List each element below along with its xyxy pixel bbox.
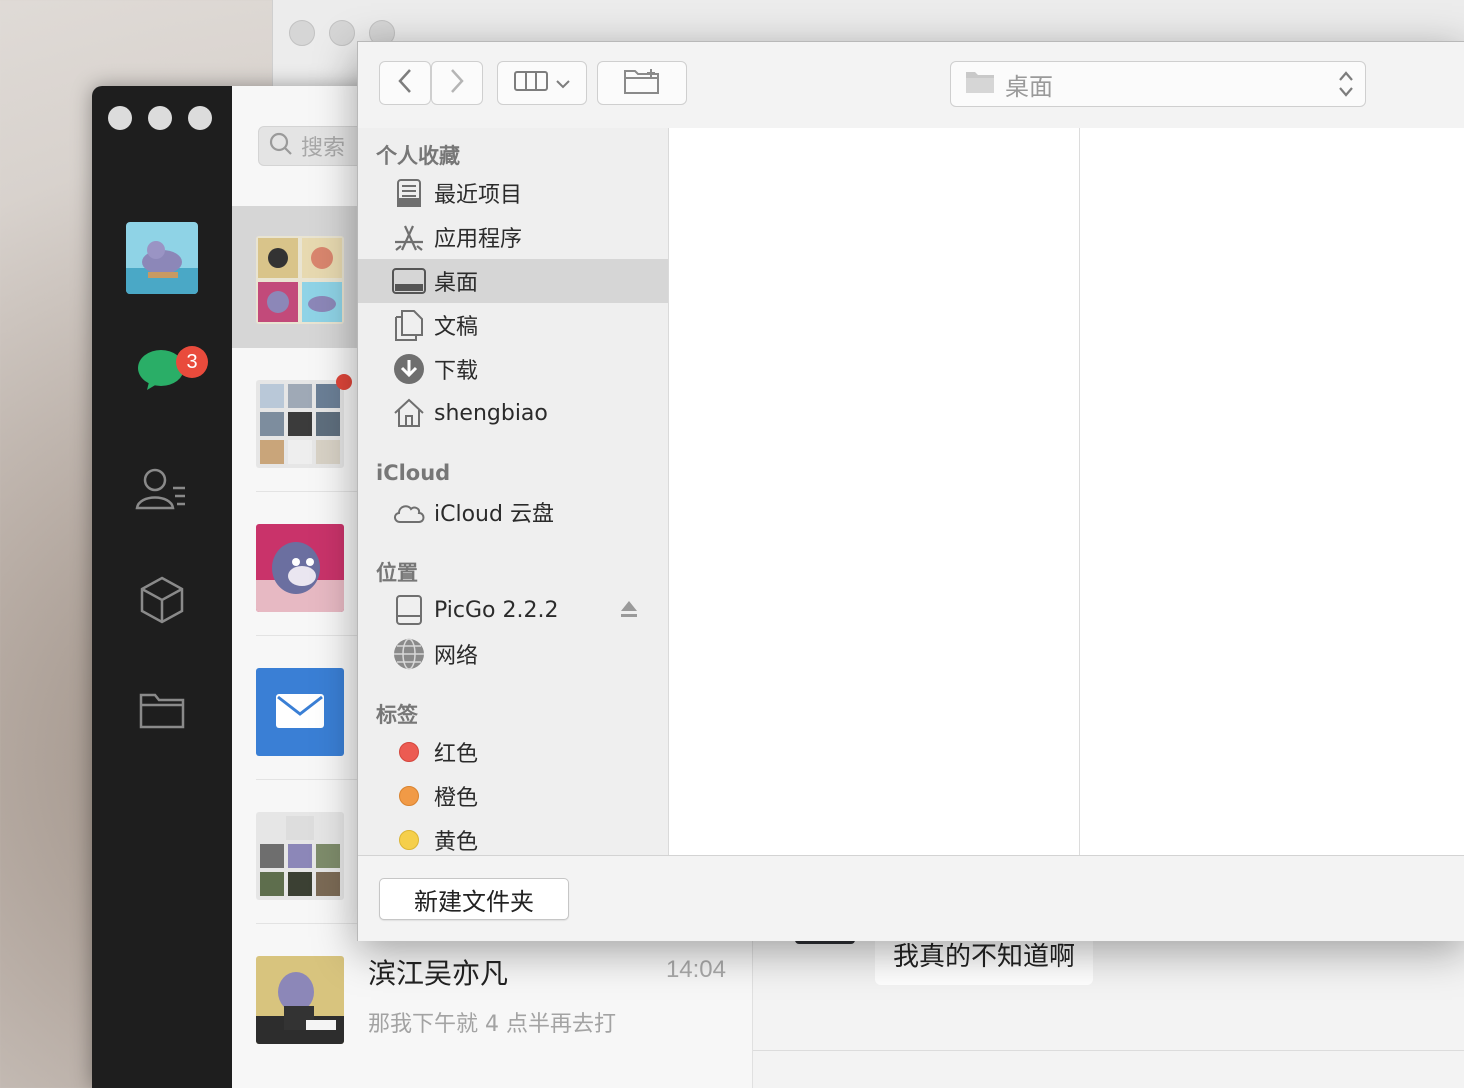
folder-icon xyxy=(965,70,995,98)
chevron-right-icon xyxy=(449,68,465,98)
sidebar-item-tag-yellow[interactable]: 黄色 xyxy=(358,818,668,855)
search-placeholder: 搜索 xyxy=(301,136,346,161)
chevron-down-icon xyxy=(556,74,570,93)
browser-column[interactable] xyxy=(669,128,1080,855)
sidebar-item-documents[interactable]: 文稿 xyxy=(358,303,668,347)
cloud-icon xyxy=(392,495,426,529)
sidebar-item-label: 红色 xyxy=(434,742,479,767)
chat-item-binjiang[interactable]: 滨江吴亦凡 14:04 那我下午就 4 点半再去打 xyxy=(232,926,752,1068)
sidebar-item-label: 最近项目 xyxy=(434,183,523,208)
contacts-icon[interactable] xyxy=(132,458,192,518)
new-folder-button[interactable]: 新建文件夹 xyxy=(379,878,569,920)
sidebar-item-label: iCloud 云盘 xyxy=(434,502,554,527)
dialog-toolbar: 桌面 xyxy=(358,42,1464,129)
sidebar-item-label: shengbiao xyxy=(434,400,548,426)
group-avatar xyxy=(256,812,344,900)
window-minimize-button[interactable] xyxy=(329,20,355,46)
back-button[interactable] xyxy=(379,61,431,105)
files-folder-icon[interactable] xyxy=(132,680,192,740)
view-mode-button[interactable] xyxy=(497,61,587,105)
divider xyxy=(753,1050,1464,1051)
disk-icon xyxy=(392,593,426,627)
sidebar-item-label: 桌面 xyxy=(434,271,479,296)
group-avatar xyxy=(256,380,344,468)
orange-tag-icon xyxy=(399,786,419,806)
columns-view-icon xyxy=(514,71,548,95)
mini-programs-icon[interactable] xyxy=(132,570,192,630)
home-icon xyxy=(392,396,426,430)
forward-button[interactable] xyxy=(431,61,483,105)
folder-add-icon xyxy=(624,68,660,98)
group-avatar xyxy=(256,236,344,324)
documents-icon xyxy=(392,308,426,342)
downloads-icon xyxy=(392,352,426,386)
search-icon xyxy=(269,132,293,160)
sidebar-item-label: 黄色 xyxy=(434,830,479,855)
wechat-sidebar: 3 xyxy=(92,86,232,1088)
sidebar-item-tag-red[interactable]: 红色 xyxy=(358,730,668,774)
mail-icon xyxy=(256,668,344,756)
wechat-zoom-button[interactable] xyxy=(188,106,212,130)
dialog-bottom-bar: 新建文件夹 xyxy=(358,855,1464,941)
eject-icon[interactable] xyxy=(620,600,638,622)
sidebar-item-label: 网络 xyxy=(434,644,479,669)
wechat-minimize-button[interactable] xyxy=(148,106,172,130)
contact-avatar xyxy=(256,524,344,612)
sidebar-item-label: 应用程序 xyxy=(434,227,523,252)
yellow-tag-icon xyxy=(399,830,419,850)
network-icon xyxy=(392,637,426,671)
wechat-close-button[interactable] xyxy=(108,106,132,130)
sidebar-item-tag-orange[interactable]: 橙色 xyxy=(358,774,668,818)
up-down-chevron-icon xyxy=(1337,68,1355,104)
red-tag-icon xyxy=(399,742,419,762)
file-dialog: 桌面 个人收藏 最近项目 应用程序 桌面 文稿 下载 shengbiao iCl… xyxy=(357,41,1464,941)
sidebar-item-downloads[interactable]: 下载 xyxy=(358,347,668,391)
chat-name: 滨江吴亦凡 xyxy=(368,957,509,990)
sidebar-item-home[interactable]: shengbiao xyxy=(358,391,668,435)
location-popup[interactable]: 桌面 xyxy=(950,61,1366,107)
dialog-sidebar: 个人收藏 最近项目 应用程序 桌面 文稿 下载 shengbiao iCloud… xyxy=(358,128,669,855)
sidebar-item-desktop[interactable]: 桌面 xyxy=(358,259,668,303)
section-header-icloud: iCloud xyxy=(376,461,451,485)
new-folder-toolbar-button[interactable] xyxy=(597,61,687,105)
contact-avatar xyxy=(256,956,344,1044)
location-label: 桌面 xyxy=(1005,72,1053,101)
sidebar-item-picgo-disk[interactable]: PicGo 2.2.2 xyxy=(358,588,668,632)
sidebar-item-label: 下载 xyxy=(434,359,479,384)
sidebar-item-network[interactable]: 网络 xyxy=(358,632,668,676)
section-header-tags: 标签 xyxy=(376,703,418,727)
browser-column[interactable] xyxy=(1080,128,1464,855)
sidebar-item-label: PicGo 2.2.2 xyxy=(434,597,559,623)
chevron-left-icon xyxy=(397,68,413,98)
desktop-icon xyxy=(392,264,426,298)
sidebar-item-applications[interactable]: 应用程序 xyxy=(358,215,668,259)
unread-badge: 3 xyxy=(176,346,208,378)
sidebar-item-recents[interactable]: 最近项目 xyxy=(358,171,668,215)
section-header-favorites: 个人收藏 xyxy=(376,144,460,168)
applications-icon xyxy=(392,220,426,254)
recents-icon xyxy=(392,176,426,210)
user-avatar[interactable] xyxy=(126,222,198,294)
section-header-locations: 位置 xyxy=(376,561,418,585)
sidebar-item-icloud-drive[interactable]: iCloud 云盘 xyxy=(358,490,668,534)
sidebar-item-label: 橙色 xyxy=(434,786,479,811)
unread-dot xyxy=(336,374,352,390)
chat-preview: 那我下午就 4 点半再去打 xyxy=(368,1012,616,1037)
chat-time: 14:04 xyxy=(665,956,726,983)
window-close-button[interactable] xyxy=(289,20,315,46)
sidebar-item-label: 文稿 xyxy=(434,315,479,340)
